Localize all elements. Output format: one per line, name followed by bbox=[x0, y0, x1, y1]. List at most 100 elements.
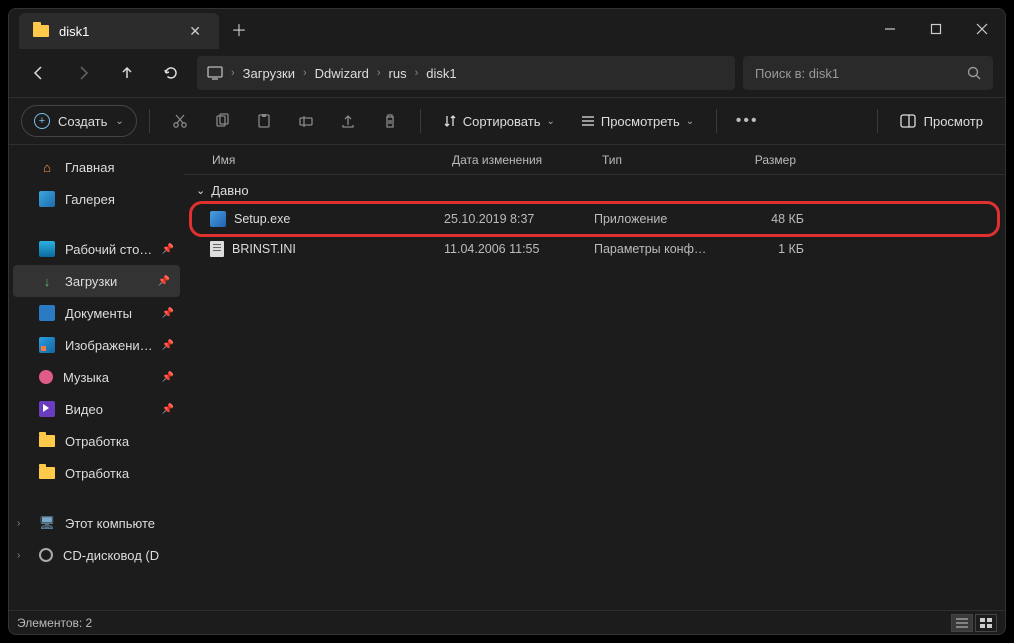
thumbnail-view-button[interactable] bbox=[975, 614, 997, 632]
sidebar-item-videos[interactable]: Видео 📌 bbox=[9, 393, 184, 425]
chevron-right-icon: › bbox=[303, 67, 307, 79]
group-header[interactable]: ⌄ Давно bbox=[192, 175, 997, 204]
refresh-button[interactable] bbox=[153, 55, 189, 91]
file-row[interactable]: BRINST.INI11.04.2006 11:55Параметры конф… bbox=[192, 234, 997, 264]
titlebar: disk1 ✕ ＋ bbox=[9, 9, 1005, 49]
search-placeholder: Поиск в: disk1 bbox=[755, 66, 839, 81]
sidebar-item-downloads[interactable]: ↓ Загрузки 📌 bbox=[13, 265, 180, 297]
sidebar-item-label: Этот компьюте bbox=[65, 516, 155, 531]
sidebar-item-label: Музыка bbox=[63, 370, 109, 385]
sidebar-item-documents[interactable]: Документы📌 bbox=[9, 297, 184, 329]
download-icon: ↓ bbox=[39, 273, 55, 289]
pin-icon: 📌 bbox=[158, 276, 170, 287]
sidebar-item-home[interactable]: ⌂ Главная bbox=[9, 151, 184, 183]
tab-current[interactable]: disk1 ✕ bbox=[19, 13, 219, 49]
file-date: 25.10.2019 8:37 bbox=[444, 212, 594, 226]
search-input[interactable]: Поиск в: disk1 bbox=[743, 56, 993, 90]
column-date[interactable]: Дата изменения bbox=[444, 153, 594, 167]
sidebar-item-pictures[interactable]: Изображени…📌 bbox=[9, 329, 184, 361]
tab-title: disk1 bbox=[59, 24, 175, 39]
close-tab-icon[interactable]: ✕ bbox=[185, 19, 205, 44]
chevron-down-icon: ⌄ bbox=[686, 116, 694, 127]
cut-icon[interactable] bbox=[162, 105, 198, 137]
breadcrumb-item[interactable]: Загрузки bbox=[243, 66, 295, 81]
close-button[interactable] bbox=[959, 9, 1005, 49]
file-row[interactable]: Setup.exe25.10.2019 8:37Приложение48 КБ bbox=[192, 204, 997, 234]
breadcrumb[interactable]: › Загрузки › Ddwizard › rus › disk1 bbox=[197, 56, 735, 90]
back-button[interactable] bbox=[21, 55, 57, 91]
details-pane-button[interactable]: Просмотр bbox=[890, 114, 993, 129]
sidebar-item-music[interactable]: Музыка 📌 bbox=[9, 361, 184, 393]
chevron-down-icon: ⌄ bbox=[546, 116, 554, 127]
sort-icon bbox=[443, 114, 457, 128]
paste-icon[interactable] bbox=[246, 105, 282, 137]
folder-icon bbox=[33, 25, 49, 37]
sort-label: Сортировать bbox=[463, 114, 541, 129]
document-icon bbox=[39, 305, 55, 321]
file-name: Setup.exe bbox=[234, 212, 290, 226]
minimize-button[interactable] bbox=[867, 9, 913, 49]
details-label: Просмотр bbox=[924, 114, 983, 129]
column-name[interactable]: Имя bbox=[204, 153, 444, 167]
pin-icon: 📌 bbox=[162, 372, 174, 383]
chevron-right-icon: › bbox=[17, 518, 20, 529]
chevron-right-icon: › bbox=[377, 67, 381, 79]
item-count: Элементов: 2 bbox=[17, 616, 92, 630]
new-label: Создать bbox=[58, 114, 107, 129]
pin-icon: 📌 bbox=[162, 244, 174, 255]
new-tab-button[interactable]: ＋ bbox=[219, 9, 259, 49]
sidebar-item-desktop[interactable]: Рабочий сто…📌 bbox=[9, 233, 184, 265]
pin-icon: 📌 bbox=[162, 340, 174, 351]
copy-icon[interactable] bbox=[204, 105, 240, 137]
share-icon[interactable] bbox=[330, 105, 366, 137]
sidebar-item-folder2[interactable]: Отработка bbox=[9, 457, 184, 489]
sidebar-item-thispc[interactable]: ›🖥Этот компьюте bbox=[9, 507, 184, 539]
breadcrumb-item[interactable]: Ddwizard bbox=[315, 66, 369, 81]
sidebar-item-label: Видео bbox=[65, 402, 103, 417]
view-label: Просмотреть bbox=[601, 114, 680, 129]
sidebar-item-gallery[interactable]: Галерея bbox=[9, 183, 184, 215]
forward-button[interactable] bbox=[65, 55, 101, 91]
sidebar-item-label: Загрузки bbox=[65, 274, 117, 289]
column-size[interactable]: Размер bbox=[724, 153, 804, 167]
nav-row: › Загрузки › Ddwizard › rus › disk1 Поис… bbox=[9, 49, 1005, 97]
group-label: Давно bbox=[211, 183, 248, 198]
rename-icon[interactable] bbox=[288, 105, 324, 137]
chevron-down-icon: ⌄ bbox=[115, 116, 123, 127]
view-toggle bbox=[951, 614, 997, 632]
sidebar-item-label: Галерея bbox=[65, 192, 115, 207]
new-button[interactable]: + Создать ⌄ bbox=[21, 105, 137, 137]
up-button[interactable] bbox=[109, 55, 145, 91]
window-controls bbox=[867, 9, 1005, 49]
sidebar-item-cd[interactable]: ›CD-дисковод (D bbox=[9, 539, 184, 571]
file-type: Параметры конф… bbox=[594, 242, 724, 256]
file-type: Приложение bbox=[594, 212, 724, 226]
details-icon bbox=[900, 114, 916, 128]
pin-icon: 📌 bbox=[162, 308, 174, 319]
more-icon[interactable]: ••• bbox=[729, 105, 765, 137]
folder-icon bbox=[39, 467, 55, 479]
sidebar-item-label: Отработка bbox=[65, 434, 129, 449]
view-button[interactable]: Просмотреть ⌄ bbox=[571, 105, 704, 137]
breadcrumb-item[interactable]: disk1 bbox=[426, 66, 456, 81]
pictures-icon bbox=[39, 337, 55, 353]
exe-icon bbox=[210, 211, 226, 227]
list-icon bbox=[581, 114, 595, 128]
sort-button[interactable]: Сортировать ⌄ bbox=[433, 105, 565, 137]
details-view-button[interactable] bbox=[951, 614, 973, 632]
sidebar-item-label: Главная bbox=[65, 160, 114, 175]
chevron-down-icon: ⌄ bbox=[196, 184, 205, 197]
home-icon: ⌂ bbox=[39, 159, 55, 175]
column-type[interactable]: Тип bbox=[594, 153, 724, 167]
sidebar-item-folder1[interactable]: Отработка bbox=[9, 425, 184, 457]
folder-icon bbox=[39, 435, 55, 447]
body: ⌂ Главная Галерея Рабочий сто…📌 ↓ Загрузки… bbox=[9, 145, 1005, 610]
breadcrumb-item[interactable]: rus bbox=[389, 66, 407, 81]
maximize-button[interactable] bbox=[913, 9, 959, 49]
search-icon bbox=[967, 66, 981, 80]
cd-icon bbox=[39, 548, 53, 562]
sidebar-item-label: CD-дисковод (D bbox=[63, 548, 159, 563]
pin-icon: 📌 bbox=[162, 404, 174, 415]
column-headers: Имя Дата изменения Тип Размер bbox=[184, 145, 1005, 175]
delete-icon[interactable] bbox=[372, 105, 408, 137]
